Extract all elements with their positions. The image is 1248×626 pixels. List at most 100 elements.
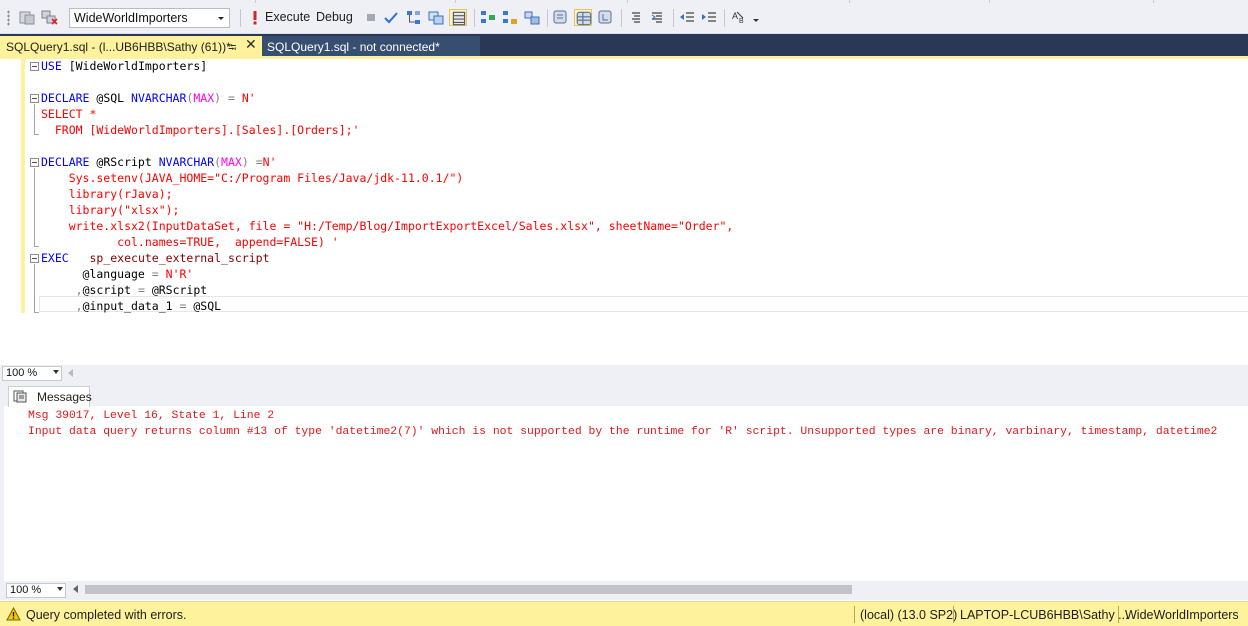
messages-icon	[13, 390, 27, 403]
specify-values-icon[interactable]: AB	[731, 9, 759, 26]
query-designer-icon[interactable]	[427, 9, 445, 26]
editor-zoom-select[interactable]: 100 %	[2, 366, 62, 381]
code-token: EXEC	[41, 251, 69, 265]
code-line[interactable]: USE [WideWorldImporters]	[41, 58, 207, 74]
tab-sqlquery1-not-connected[interactable]: SQLQuery1.sql - not connected*	[262, 36, 480, 58]
code-token: )	[241, 155, 249, 169]
display-plan-icon[interactable]	[405, 9, 423, 26]
code-token: =	[228, 91, 235, 105]
chevron-down-icon	[53, 370, 59, 374]
results-zoom-select[interactable]: 100 %	[6, 583, 66, 598]
toolbar-separator	[673, 9, 674, 27]
outline-guide	[34, 264, 35, 312]
code-token: library(rJava);	[41, 187, 173, 201]
code-token: @script	[82, 283, 138, 297]
outline-guide	[34, 104, 35, 134]
code-token: (	[214, 155, 222, 169]
toolbar-separator	[547, 9, 548, 27]
code-line[interactable]: library("xlsx");	[41, 202, 180, 218]
code-line[interactable]: FROM [WideWorldImporters].[Sales].[Order…	[41, 122, 360, 138]
uncomment-icon[interactable]	[649, 9, 667, 26]
pin-icon[interactable]: ⭾	[228, 39, 240, 54]
code-token: sp_execute_external_script	[89, 251, 270, 265]
results-to-file-icon[interactable]	[597, 9, 615, 26]
connect-icon[interactable]	[40, 9, 58, 26]
code-token: Sys.setenv(JAVA_HOME="C:/Program Files/J…	[41, 171, 464, 185]
execute-button[interactable]: Execute	[265, 10, 310, 24]
code-token: SELECT *	[41, 107, 97, 121]
include-stats-icon[interactable]	[479, 9, 497, 26]
horizontal-scrollbar-thumb[interactable]	[85, 585, 852, 594]
results-pane: Messages Msg 39017, Level 16, State 1, L…	[0, 382, 1248, 581]
decrease-indent-icon[interactable]	[678, 9, 696, 26]
increase-indent-icon[interactable]	[700, 9, 718, 26]
code-token: USE	[41, 59, 62, 73]
code-line[interactable]: ,@script = @RScript	[41, 282, 208, 298]
scroll-left-icon[interactable]	[73, 585, 78, 593]
code-token: DECLARE	[41, 91, 90, 105]
code-token: library("xlsx");	[41, 203, 180, 217]
actual-plan-icon[interactable]	[523, 9, 541, 26]
code-token: col.names=TRUE, append=FALSE) '	[41, 235, 339, 249]
code-token: N'	[241, 91, 256, 105]
tab-messages-label: Messages	[37, 390, 92, 404]
code-line[interactable]: DECLARE @SQL NVARCHAR(MAX) = N'	[41, 90, 256, 106]
outline-guide	[34, 312, 39, 313]
tab-messages[interactable]: Messages	[8, 386, 92, 407]
comment-icon[interactable]	[627, 9, 645, 26]
execute-icon[interactable]	[246, 9, 258, 26]
code-token: @RScript	[144, 283, 208, 297]
collapse-toggle[interactable]	[30, 62, 39, 71]
chevron-down-icon	[218, 17, 224, 20]
toolbar-separator	[240, 9, 241, 27]
code-token: N'	[262, 155, 277, 169]
stop-icon[interactable]	[362, 9, 376, 26]
outline-guide	[34, 134, 39, 135]
toolbar-separator	[621, 9, 622, 27]
collapse-toggle[interactable]	[30, 94, 39, 103]
status-separator	[1118, 606, 1119, 623]
code-token: write.xlsx2(InputDataSet, file = "H:/Tem…	[41, 219, 734, 233]
code-line[interactable]: Sys.setenv(JAVA_HOME="C:/Program Files/J…	[41, 170, 464, 186]
debug-button[interactable]: Debug	[316, 10, 353, 24]
results-to-text-icon[interactable]	[552, 9, 570, 26]
tab-label: SQLQuery1.sql - (l...UB6HBB\Sathy (61))*	[6, 40, 231, 54]
tab-sqlquery1-connected[interactable]: SQLQuery1.sql - (l...UB6HBB\Sathy (61))*…	[0, 36, 262, 58]
code-line[interactable]: DECLARE @RScript NVARCHAR(MAX) =N'	[41, 154, 277, 170]
code-line[interactable]: col.names=TRUE, append=FALSE) '	[41, 234, 339, 250]
code-line[interactable]: SELECT *	[41, 106, 96, 122]
results-to-grid-icon[interactable]	[449, 9, 467, 26]
editor-zoom-bar: 100 %	[0, 365, 1248, 382]
code-line[interactable]: @language = N'R'	[41, 266, 194, 282]
code-token: @input_data_1	[82, 299, 180, 313]
results-to-grid-mode-icon[interactable]	[574, 9, 592, 26]
parse-icon[interactable]	[382, 9, 400, 26]
status-database: WideWorldImporters	[1125, 608, 1239, 622]
collapse-toggle[interactable]	[30, 158, 39, 167]
new-query-icon[interactable]	[18, 9, 36, 26]
client-stats-icon[interactable]	[501, 9, 519, 26]
code-line[interactable]: write.xlsx2(InputDataSet, file = "H:/Tem…	[41, 218, 734, 234]
code-line[interactable]: EXEC sp_execute_external_script	[41, 250, 270, 266]
toolbar-grip[interactable]	[7, 10, 10, 26]
close-icon[interactable]: ✕	[245, 37, 259, 53]
status-message: Query completed with errors.	[26, 608, 187, 622]
warning-icon	[6, 607, 21, 621]
scroll-left-icon[interactable]	[68, 369, 73, 377]
code-line[interactable]: ,@input_data_1 = @SQL	[41, 298, 221, 314]
status-bar: Query completed with errors. (local) (13…	[0, 601, 1248, 626]
code-line[interactable]: library(rJava);	[41, 186, 173, 202]
tab-label: SQLQuery1.sql - not connected*	[267, 40, 440, 54]
status-separator	[854, 606, 855, 623]
code-token: ,	[75, 283, 83, 297]
code-token: @RScript	[89, 155, 159, 169]
code-token: [WideWorldImporters]	[61, 59, 208, 73]
database-selector[interactable]: WideWorldImporters	[69, 8, 230, 28]
collapse-toggle[interactable]	[30, 254, 39, 263]
results-zoom-bar: 100 %	[0, 581, 1248, 600]
query-editor[interactable]: USE [WideWorldImporters] DECLARE @SQL NVA…	[0, 59, 1248, 365]
